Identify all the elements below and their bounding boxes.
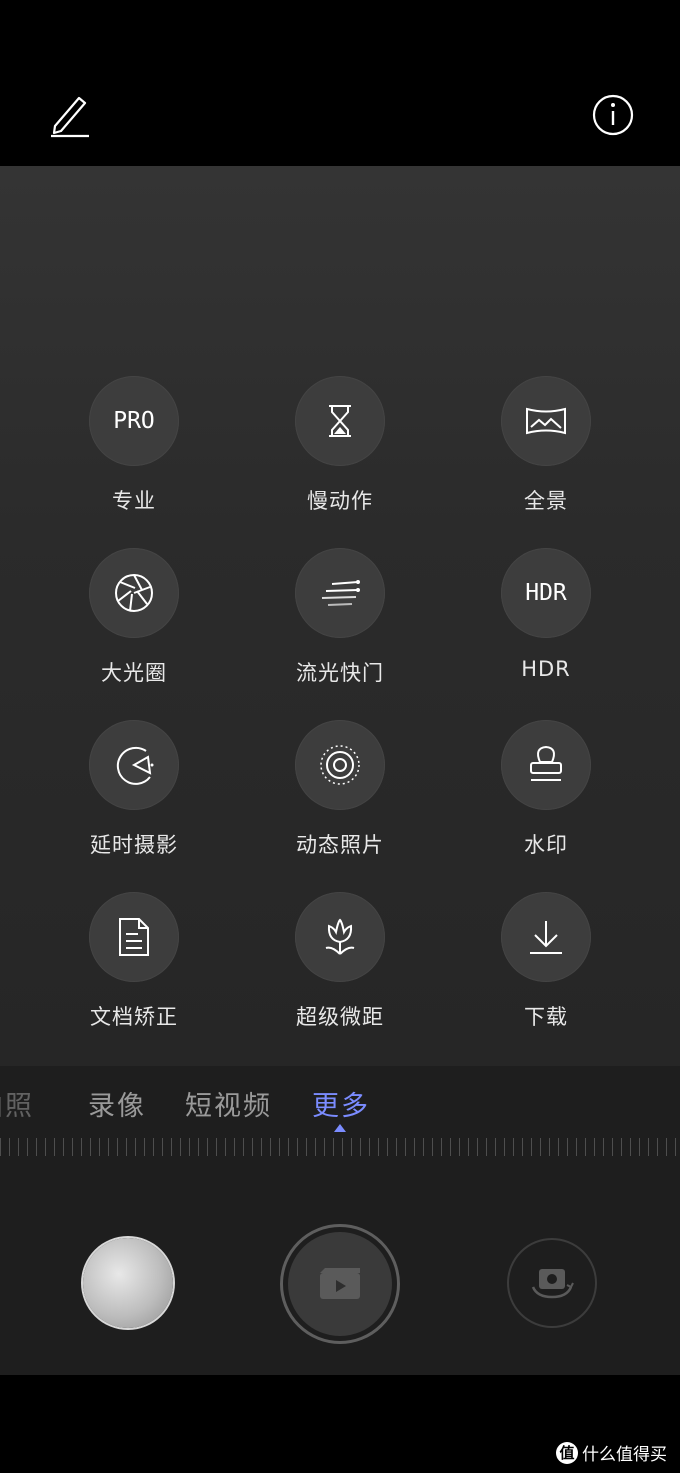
panorama-icon: [501, 376, 591, 466]
switch-camera-button[interactable]: [507, 1238, 597, 1328]
info-icon[interactable]: [588, 90, 638, 140]
mode-watermark[interactable]: 水印: [466, 720, 626, 859]
mode-tab-more[interactable]: 更多: [312, 1084, 370, 1123]
mode-download[interactable]: 下载: [466, 892, 626, 1031]
mode-document[interactable]: 文档矫正: [54, 892, 214, 1031]
switch-camera-icon: [531, 1269, 574, 1299]
shutter-button[interactable]: [280, 1224, 400, 1344]
document-icon: [89, 892, 179, 982]
pro-icon: PRO: [89, 376, 179, 466]
aperture-icon: [89, 548, 179, 638]
watermark-stamp-icon: [501, 720, 591, 810]
mode-label: 动态照片: [296, 833, 384, 857]
active-mode-indicator: [334, 1124, 346, 1132]
mode-light-painting[interactable]: 流光快门: [260, 548, 420, 687]
mode-tab-video[interactable]: 录像: [88, 1084, 146, 1123]
gallery-thumbnail[interactable]: [83, 1238, 173, 1328]
mode-label: 超级微距: [296, 1005, 384, 1029]
mode-pro[interactable]: PRO 专业: [54, 376, 214, 515]
video-clip-icon: [288, 1232, 392, 1336]
mode-label: 文档矫正: [90, 1005, 178, 1029]
mode-slow-motion[interactable]: 慢动作: [260, 376, 420, 515]
mode-scale-ticks: [0, 1138, 680, 1156]
mode-panorama[interactable]: 全景: [466, 376, 626, 515]
mode-label: 慢动作: [307, 489, 373, 513]
mode-label: 下载: [524, 1005, 568, 1029]
mode-label: 延时摄影: [90, 833, 178, 857]
top-bar: [0, 0, 680, 166]
site-watermark: 值 什么值得买: [556, 1440, 667, 1465]
mode-moving-picture[interactable]: 动态照片: [260, 720, 420, 859]
hdr-icon: HDR: [501, 548, 591, 638]
macro-flower-icon: [295, 892, 385, 982]
mode-label: 水印: [524, 833, 568, 857]
mode-label: 专业: [112, 489, 156, 513]
mode-tab-photo[interactable]: 拍照: [0, 1084, 34, 1123]
hourglass-icon: [295, 376, 385, 466]
mode-tab-short-video[interactable]: 短视频: [185, 1084, 272, 1123]
moving-picture-icon: [295, 720, 385, 810]
mode-switcher: 拍照 录像 短视频 更多: [0, 1084, 680, 1124]
edit-pencil-icon[interactable]: [45, 90, 95, 140]
mode-hdr[interactable]: HDR HDR: [466, 548, 626, 681]
watermark-text: 什么值得买: [582, 1445, 667, 1465]
mode-label: 流光快门: [296, 661, 384, 685]
mode-super-macro[interactable]: 超级微距: [260, 892, 420, 1031]
download-icon: [501, 892, 591, 982]
mode-label: 大光圈: [101, 661, 167, 685]
mode-label: HDR: [521, 657, 571, 681]
mode-timelapse[interactable]: 延时摄影: [54, 720, 214, 859]
watermark-logo: 值: [556, 1441, 578, 1464]
mode-panel: PRO 专业 慢动作 全景 大光圈 流光快门 HDR HDR 延时摄影 动态照片…: [0, 166, 680, 1066]
light-trail-icon: [295, 548, 385, 638]
timelapse-icon: [89, 720, 179, 810]
mode-label: 全景: [524, 489, 568, 513]
mode-aperture[interactable]: 大光圈: [54, 548, 214, 687]
